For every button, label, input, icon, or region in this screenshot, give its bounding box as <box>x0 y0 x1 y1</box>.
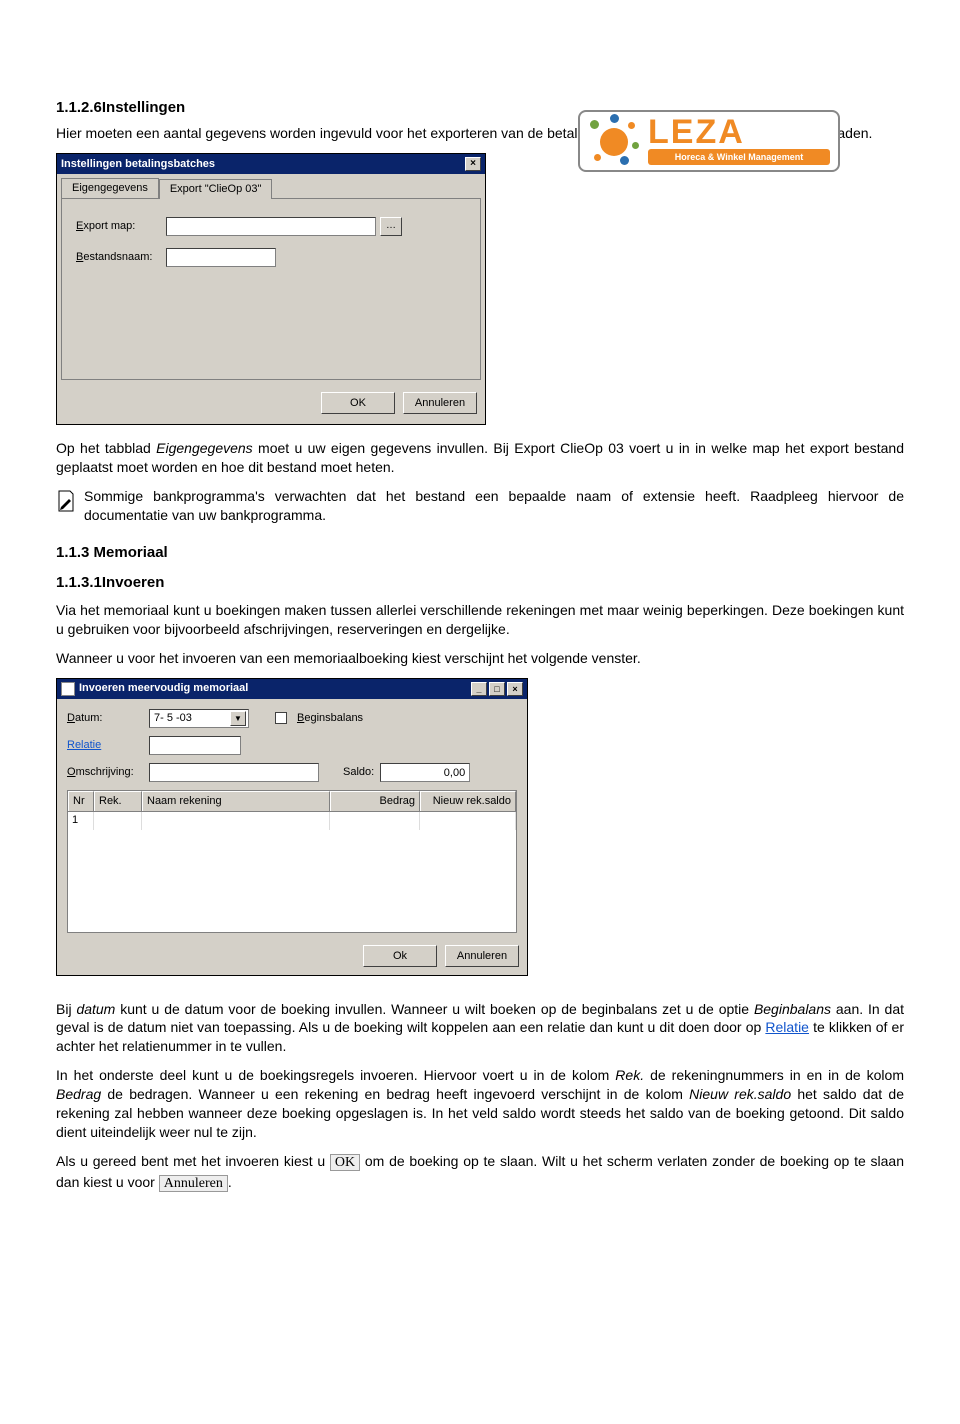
ok-button[interactable]: OK <box>321 392 395 414</box>
note-text: Sommige bankprogramma's verwachten dat h… <box>84 487 904 525</box>
app-icon <box>61 682 75 696</box>
dialog-title: Invoeren meervoudig memoriaal <box>79 681 248 696</box>
label-bestandsnaam: Bestandsnaam: <box>76 250 166 265</box>
note-block: Sommige bankprogramma's verwachten dat h… <box>56 487 904 525</box>
annuleren-ref: Annuleren <box>159 1175 228 1192</box>
saldo-value: 0,00 <box>380 763 470 782</box>
col-saldo[interactable]: Nieuw rek.saldo <box>420 791 516 811</box>
beginsbalans-checkbox[interactable] <box>275 712 287 724</box>
minimize-icon[interactable]: _ <box>471 682 487 696</box>
col-bedrag[interactable]: Bedrag <box>330 791 420 811</box>
ok-ref: OK <box>330 1154 360 1171</box>
dialog-titlebar: Instellingen betalingsbatches × <box>57 154 485 174</box>
memoriaal-p2: Wanneer u voor het invoeren van een memo… <box>56 649 904 668</box>
cancel-button[interactable]: Annuleren <box>403 392 477 414</box>
col-naam[interactable]: Naam rekening <box>142 791 330 811</box>
section-heading-memoriaal: 1.1.3 Memoriaal <box>56 543 904 563</box>
ok-button[interactable]: Ok <box>363 945 437 967</box>
pencil-note-icon <box>56 489 76 513</box>
brand-logo-icon <box>588 114 642 168</box>
label-omschrijving: Omschrijving: <box>67 765 143 780</box>
tab-export-clieop[interactable]: Export "ClieOp 03" <box>159 179 273 199</box>
relatie-text-link[interactable]: Relatie <box>765 1019 809 1035</box>
datum-input[interactable]: 7- 5 -03 ▼ <box>149 709 249 728</box>
close-icon[interactable]: × <box>507 682 523 696</box>
chevron-down-icon[interactable]: ▼ <box>230 711 246 726</box>
tab-eigengegevens[interactable]: Eigengegevens <box>61 178 159 198</box>
close-icon[interactable]: × <box>465 157 481 171</box>
col-nr[interactable]: Nr <box>68 791 94 811</box>
paragraph-datum: Bij datum kunt u de datum voor de boekin… <box>56 1000 904 1057</box>
cancel-button[interactable]: Annuleren <box>445 945 519 967</box>
memoriaal-p1: Via het memoriaal kunt u boekingen maken… <box>56 601 904 639</box>
paragraph-eigengegevens: Op het tabblad Eigengegevens moet u uw e… <box>56 439 904 477</box>
table-row[interactable]: 1 <box>68 812 516 830</box>
dialog-titlebar: Invoeren meervoudig memoriaal _ □ × <box>57 679 527 699</box>
omschrijving-input[interactable] <box>149 763 319 782</box>
brand-name: LEZA <box>648 117 830 148</box>
section-heading-invoeren: 1.1.3.1Invoeren <box>56 573 904 593</box>
tab-panel-export: Export map: … Bestandsnaam: <box>61 198 481 380</box>
dialog-invoeren-memoriaal: Invoeren meervoudig memoriaal _ □ × Datu… <box>56 678 528 976</box>
dialog-title: Instellingen betalingsbatches <box>61 157 215 172</box>
label-beginsbalans: Beginsbalans <box>297 711 363 726</box>
relatie-link[interactable]: Relatie <box>67 738 143 753</box>
maximize-icon[interactable]: □ <box>489 682 505 696</box>
browse-button[interactable]: … <box>380 217 402 236</box>
label-datum: Datum: <box>67 711 143 726</box>
bestandsnaam-input[interactable] <box>166 248 276 267</box>
label-export-map: Export map: <box>76 219 166 234</box>
brand-tagline: Horeca & Winkel Management <box>648 149 830 165</box>
paragraph-opslaan: Als u gereed bent met het invoeren kiest… <box>56 1152 904 1194</box>
col-rek[interactable]: Rek. <box>94 791 142 811</box>
paragraph-boekingsregels: In het onderste deel kunt u de boekingsr… <box>56 1066 904 1142</box>
brand-logo: LEZA Horeca & Winkel Management <box>578 110 840 172</box>
label-saldo: Saldo: <box>343 765 374 780</box>
boekingsregels-grid: Nr Rek. Naam rekening Bedrag Nieuw rek.s… <box>67 790 517 933</box>
export-map-input[interactable] <box>166 217 376 236</box>
relatie-input[interactable] <box>149 736 241 755</box>
dialog-instellingen-betalingsbatches: Instellingen betalingsbatches × Eigengeg… <box>56 153 486 425</box>
